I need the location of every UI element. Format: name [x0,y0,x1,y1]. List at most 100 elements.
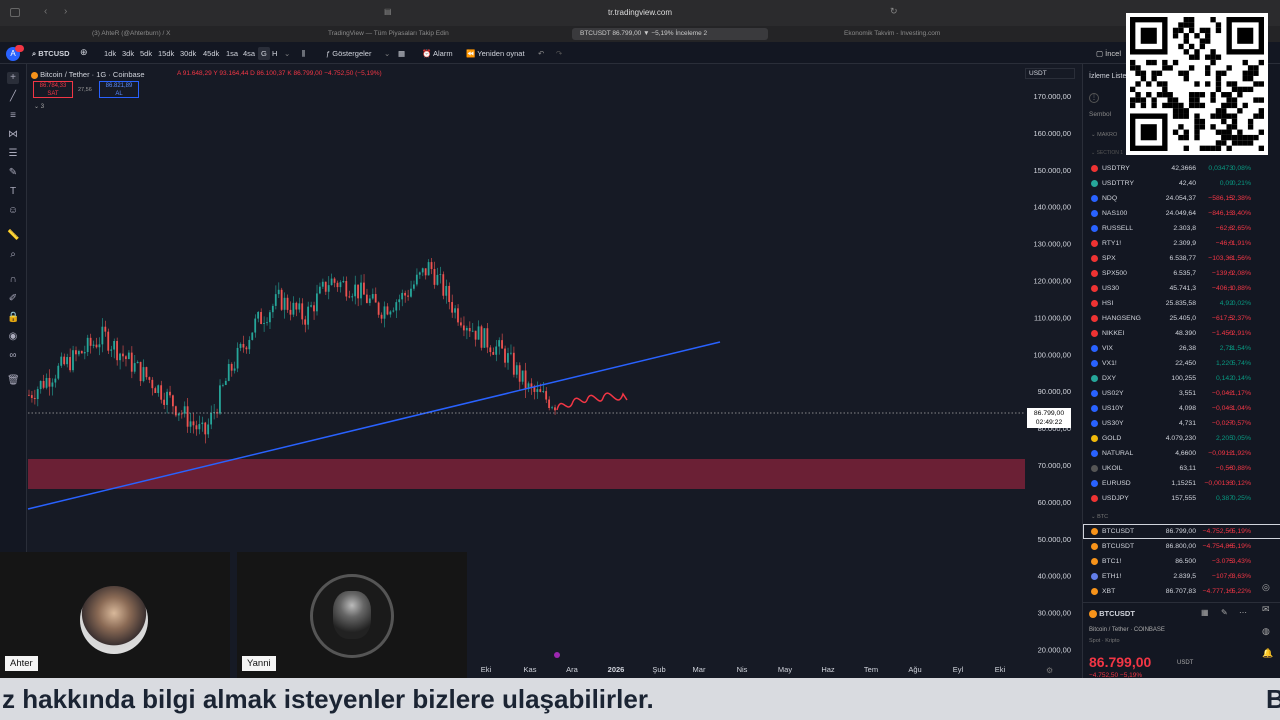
visibility-icon[interactable]: ◉ [7,331,19,343]
crosshair-icon[interactable]: + [7,72,19,84]
text-tool-icon[interactable]: T [7,186,19,198]
watchlist-row[interactable]: EURUSD 1,15251 −0,00133 −0,12% [1083,476,1280,491]
details-name: Bitcoin / Tether [1089,627,1129,633]
url-bar[interactable]: tr.tradingview.com [420,4,860,22]
back-icon[interactable]: ‹ [44,6,47,17]
group-btc[interactable]: ⌄ BTC [1091,514,1108,520]
add-symbol-icon[interactable]: ⊕ [80,47,88,58]
fib-tool-icon[interactable]: ≡ [7,110,19,122]
notifications-icon[interactable]: 🔔 [1262,648,1273,659]
help-icon[interactable]: ◎ [1262,582,1270,593]
watchlist-row[interactable]: NDQ 24.054,37 −586,15 −2,38% [1083,191,1280,206]
interval-dropdown-icon[interactable]: ⌄ [284,49,290,58]
watchlist-row[interactable]: NAS100 24.049,64 −846,13 −3,40% [1083,206,1280,221]
forward-icon[interactable]: › [64,6,67,17]
emoji-tool-icon[interactable]: ☺ [7,205,19,217]
watchlist-row[interactable]: RUSSELL 2.303,8 −62,8 −2,65% [1083,221,1280,236]
watchlist-menu-icon[interactable]: ⋮ [1089,93,1099,103]
tab-investing[interactable]: Ekonomik Takvim - Investing.com [836,28,1086,40]
tab-btcusdt[interactable]: BTCUSDT 86.799,00 ▼ −5,19% İnceleme 2 [572,28,768,40]
watchlist-row[interactable]: US02Y 3,551 −0,042 −1,17% [1083,386,1280,401]
link-icon[interactable]: ∞ [7,350,19,362]
watchlist-row[interactable]: US30 45.741,3 −406,1 −0,88% [1083,281,1280,296]
watchlist-row[interactable]: USDJPY 157,555 0,387 0,25% [1083,491,1280,506]
tab-x[interactable]: (3) AhteR (@Ahterburn) / X [84,28,310,40]
candle-body [148,377,151,380]
details-more-icon[interactable]: ⋯ [1239,608,1247,617]
details-grid-icon[interactable]: ▦ [1201,608,1209,617]
chart-type-icon[interactable]: ⫼ [302,49,305,59]
watchlist-row[interactable]: US10Y 4,098 −0,043 −1,04% [1083,401,1280,416]
watchlist-row[interactable]: VX1! 22,450 1,220 5,74% [1083,356,1280,371]
ruler-icon[interactable]: 📏 [7,230,19,242]
indicators-button[interactable]: ƒ Göstergeler [326,49,371,58]
interval-45m[interactable]: 45dk [203,49,219,58]
watchlist-row[interactable]: XBT 86.707,83 −4.777,10 −5,22% [1083,584,1280,599]
projection-tool-icon[interactable]: ☰ [7,148,19,160]
row-symbol: US02Y [1102,390,1124,397]
watchlist-row[interactable]: BTC1! 86.500 −3.075 −3,43% [1083,554,1280,569]
chat-icon[interactable]: ✉ [1262,604,1270,615]
watchlist-row[interactable]: USDTRY 42,3666 0,03473 0,08% [1083,161,1280,176]
lock-icon[interactable]: 🔒 [7,312,19,324]
zoom-icon[interactable]: ⌕ [7,249,19,261]
interval-1m[interactable]: 1dk [104,49,116,58]
review-button[interactable]: ▢ İncel [1096,49,1121,58]
symbol-search[interactable]: ⌕ BTCUSD [32,49,70,59]
watchlist-row[interactable]: BTCUSDT 86.799,00 −4.752,50 −5,19% [1083,524,1280,539]
candle-body [169,391,171,396]
candle-body [210,412,213,425]
ideas-icon[interactable]: ◍ [1262,626,1270,637]
tab-tradingview[interactable]: TradingView — Tüm Piyasaları Takip Edin [320,28,566,40]
pattern-tool-icon[interactable]: ⋈ [7,129,19,141]
replay-button[interactable]: ⏪ Yeniden oynat [466,49,525,58]
candle-body [457,308,459,323]
trendline-tool-icon[interactable]: ╱ [7,91,19,103]
watchlist-row[interactable]: UKOIL 63,11 −0,56 −0,88% [1083,461,1280,476]
redo-icon[interactable]: ↷ [556,49,562,58]
watchlist-row[interactable]: SPX 6.538,77 −103,38 −1,56% [1083,251,1280,266]
watchlist-row[interactable]: US30Y 4,731 −0,027 −0,57% [1083,416,1280,431]
row-percent: 0,08% [1231,165,1251,172]
event-marker[interactable] [554,652,560,658]
interval-15m[interactable]: 15dk [158,49,174,58]
chart-settings-icon[interactable]: ⚙ [1046,666,1053,675]
watchlist-row[interactable]: HANGSENG 25.405,0 −617,5 −2,37% [1083,311,1280,326]
brush-tool-icon[interactable]: ✎ [7,167,19,179]
interval-1d[interactable]: G [258,47,270,60]
symbol-logo-icon [1091,195,1098,202]
watchlist-row[interactable]: VIX 26,38 2,73 11,54% [1083,341,1280,356]
layout-icon[interactable]: ▦ [398,49,405,58]
indicators-dropdown-icon[interactable]: ⌄ [384,49,390,58]
row-symbol: NDQ [1102,195,1118,202]
watchlist-row[interactable]: ETH1! 2.839,5 −107,0 −3,63% [1083,569,1280,584]
row-symbol: HANGSENG [1102,315,1141,322]
alarm-button[interactable]: ⏰ Alarm [422,49,453,58]
reload-icon[interactable]: ↻ [890,6,898,17]
undo-icon[interactable]: ↶ [538,49,544,58]
interval-1w[interactable]: H [272,49,277,58]
watchlist-row[interactable]: GOLD 4.079,230 2,205 0,05% [1083,431,1280,446]
watchlist-row[interactable]: NIKKEI 48.390 −1.450 −2,91% [1083,326,1280,341]
interval-1h[interactable]: 1sa [226,49,238,58]
interval-4h[interactable]: 4sa [243,49,255,58]
watchlist-row[interactable]: HSI 25.835,58 4,92 0,02% [1083,296,1280,311]
candle-body [486,328,489,348]
watchlist-row[interactable]: SPX500 6.535,7 −139,0 −2,08% [1083,266,1280,281]
watchlist-row[interactable]: DXY 100,255 0,142 0,14% [1083,371,1280,386]
watchlist-row[interactable]: BTCUSDT 86.800,00 −4.754,86 −5,19% [1083,539,1280,554]
candle-body [239,343,242,348]
interval-30m[interactable]: 30dk [180,49,196,58]
candle-body [507,353,509,363]
group-makro[interactable]: ⌄ MAKRO [1091,132,1117,138]
interval-3m[interactable]: 3dk [122,49,134,58]
draw-mode-icon[interactable]: ✐ [7,293,19,305]
details-edit-icon[interactable]: ✎ [1221,608,1228,617]
interval-5m[interactable]: 5dk [140,49,152,58]
watchlist-row[interactable]: NATURAL 4,6600 −0,0912 −1,92% [1083,446,1280,461]
watchlist-row[interactable]: RTY1! 2.309,9 −46,0 −1,91% [1083,236,1280,251]
watchlist-row[interactable]: USDTTRY 42,40 0,09 0,21% [1083,176,1280,191]
trash-icon[interactable]: 🗑 [7,375,20,387]
magnet-icon[interactable]: ∩ [7,274,19,286]
sidebar-toggle-icon[interactable] [10,8,20,17]
